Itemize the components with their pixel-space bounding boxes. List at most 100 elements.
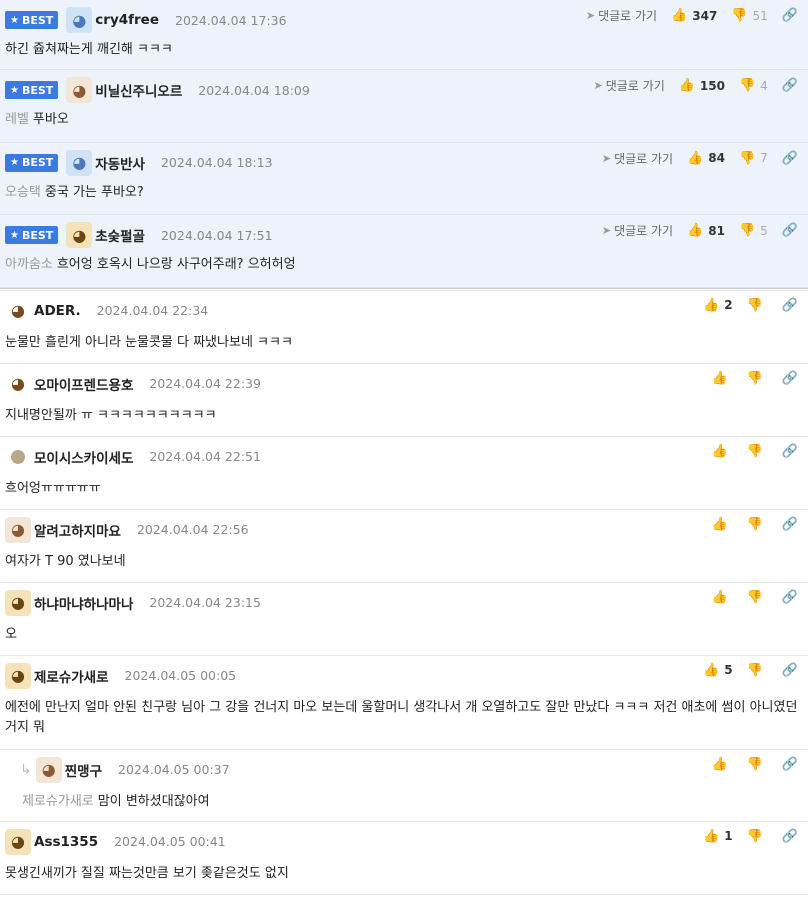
downvote-button[interactable]: 👎 [747,517,768,532]
author-nickname[interactable]: cry4free [95,12,159,28]
author-nickname[interactable]: 초숮펄골 [95,225,145,245]
upvote-button[interactable]: 👍 1 [703,829,733,844]
avatar[interactable]: ◕ [5,589,31,616]
comment-text: 흐어엉 호옥시 나으랑 사구어주래? 으허허엉 [56,257,296,272]
author-nickname[interactable]: 오마이프렌드용호 [34,374,133,394]
share-link-button[interactable]: 🔗 [782,223,798,238]
upvote-button[interactable]: 👍 84 [687,151,725,166]
downvote-button[interactable]: 👎 [747,757,768,772]
downvote-button[interactable]: 👎 4 [739,78,768,93]
share-link-button[interactable]: 🔗 [782,78,798,93]
thumbs-up-icon: 👍 [711,516,728,532]
comment-timestamp: 2024.04.05 00:41 [114,834,226,849]
upvote-count: 150 [699,78,725,93]
upvote-button[interactable]: 👍 81 [687,223,725,238]
send-icon: ➤ [601,151,612,165]
star-icon: ★ [10,84,19,96]
goto-comment-link[interactable]: ➤ 댓글로 가기 [602,222,673,239]
author-nickname[interactable]: 제로슈가새로 [34,666,109,686]
avatar[interactable]: ◕ [5,516,31,543]
downvote-button[interactable]: 👎 5 [739,223,768,238]
avatar[interactable] [5,444,31,470]
mention-name[interactable]: 아까숨소 [5,257,53,272]
comment: ◕ ADER. 2024.04.04 22:34 눈물만 흘린게 아니라 눈물콧물 다… [0,291,808,364]
downvote-button[interactable]: 👎 [747,444,768,459]
share-link-button[interactable]: 🔗 [782,8,798,23]
send-icon: ➤ [593,79,603,92]
reply-comment: ↳ ◕ 찐맹구 2024.04.05 00:37 제로슈가새로 맘이 변하셨대잖아여 👍 👎 🔗 [0,750,808,822]
downvote-button[interactable]: 👎 [747,663,768,678]
share-link-button[interactable]: 🔗 [782,663,798,678]
goto-comment-link[interactable]: ➤ 댓글로 가기 [594,77,665,94]
share-link-button[interactable]: 🔗 [782,517,798,532]
goto-comment-link[interactable]: ➤ 댓글로 가기 [586,7,657,24]
link-icon: 🔗 [781,8,798,23]
author-nickname[interactable]: 알려고하지마요 [34,520,121,540]
link-icon: 🔗 [781,150,798,166]
avatar[interactable]: ◕ [5,662,31,689]
upvote-button[interactable]: 👍 [711,371,732,386]
comment-body: 하긴 쥽쳐짜는게 깨긴해 ㅋㅋㅋ [5,40,800,60]
avatar[interactable]: ◕ [66,7,93,33]
goto-comment-link[interactable]: ➤ 댓글로 가기 [602,150,673,167]
thumbs-up-icon: 👍 [703,828,720,844]
downvote-button[interactable]: 👎 7 [739,151,768,166]
upvote-button[interactable]: 👍 5 [703,663,733,678]
upvote-button[interactable]: 👍 [711,517,732,532]
upvote-button[interactable]: 👍 [711,590,732,605]
thumbs-down-icon: 👎 [746,516,763,532]
comment-body: 눈물만 흘린게 아니라 눈물콧물 다 짜냈나보네 ㅋㅋㅋ [5,333,800,353]
share-link-button[interactable]: 🔗 [782,757,798,772]
downvote-button[interactable]: 👎 [747,590,768,605]
share-link-button[interactable]: 🔗 [782,590,798,605]
downvote-button[interactable]: 👎 [747,298,768,313]
upvote-button[interactable]: 👍 [711,757,732,772]
best-label: BEST [21,228,54,242]
upvote-button[interactable]: 👍 347 [671,8,717,23]
downvote-button[interactable]: 👎 [747,829,768,844]
mention-name[interactable]: 제로슈가새로 [22,794,94,809]
avatar[interactable]: ◕ [5,828,31,855]
share-link-button[interactable]: 🔗 [782,371,798,386]
share-link-button[interactable]: 🔗 [782,151,798,166]
upvote-button[interactable]: 👍 150 [679,78,725,93]
thumbs-down-icon: 👎 [746,370,763,386]
thumbs-down-icon: 👎 [738,223,756,238]
downvote-count: 5 [760,223,768,238]
author-nickname[interactable]: Ass1355 [34,834,98,850]
avatar[interactable]: ◕ [5,298,31,324]
goto-comment-label: 댓글로 가기 [605,79,665,93]
send-icon: ➤ [585,9,596,22]
author-nickname[interactable]: ADER. [34,303,81,319]
author-nickname[interactable]: 비닐신주니오르 [95,80,182,100]
upvote-button[interactable]: 👍 [711,444,732,459]
avatar[interactable]: ◕ [66,77,93,103]
mention-name[interactable]: 오승택 [5,185,41,200]
comment-actions: 👍 1 👎 🔗 [689,829,798,844]
author-nickname[interactable]: 하냐마냐하나마나 [34,593,133,613]
avatar[interactable]: ◕ [66,149,93,176]
comment: ◕ 알려고하지마요 2024.04.04 22:56 여자가 T 90 였나보네 👍 👎 🔗 [0,510,808,583]
comment-header: ◕ 제로슈가새로 2024.04.05 00:05 [5,662,236,690]
link-icon: 🔗 [781,756,798,772]
best-badge: ★ BEST [5,153,59,172]
comment-timestamp: 2024.04.04 18:09 [198,82,310,98]
avatar[interactable]: ◕ [5,371,31,397]
mention-name[interactable]: 레벨 [5,112,29,127]
upvote-button[interactable]: 👍 2 [703,298,733,313]
downvote-button[interactable]: 👎 [747,371,768,386]
avatar[interactable]: ◕ [35,756,62,783]
share-link-button[interactable]: 🔗 [782,829,798,844]
thumbs-up-icon: 👍 [678,78,695,93]
downvote-button[interactable]: 👎 51 [731,8,767,23]
comment-text: 못생긴새끼가 질질 짜는것만큼 보기 좆같은것도 없지 [5,865,289,881]
author-nickname[interactable]: 찐맹구 [65,760,102,780]
comment-header: ◕ 하냐마냐하나마나 2024.04.04 23:15 [5,589,261,617]
upvote-count: 2 [724,298,733,312]
author-nickname[interactable]: 자동반사 [95,153,145,173]
share-link-button[interactable]: 🔗 [782,444,798,459]
avatar[interactable]: ◕ [66,222,93,248]
comment-text: 지내명안될까 ㅠ ㅋㅋㅋㅋㅋㅋㅋㅋㅋㅋ [5,407,217,423]
author-nickname[interactable]: 모이시스카이세도 [34,447,133,467]
share-link-button[interactable]: 🔗 [782,298,798,313]
